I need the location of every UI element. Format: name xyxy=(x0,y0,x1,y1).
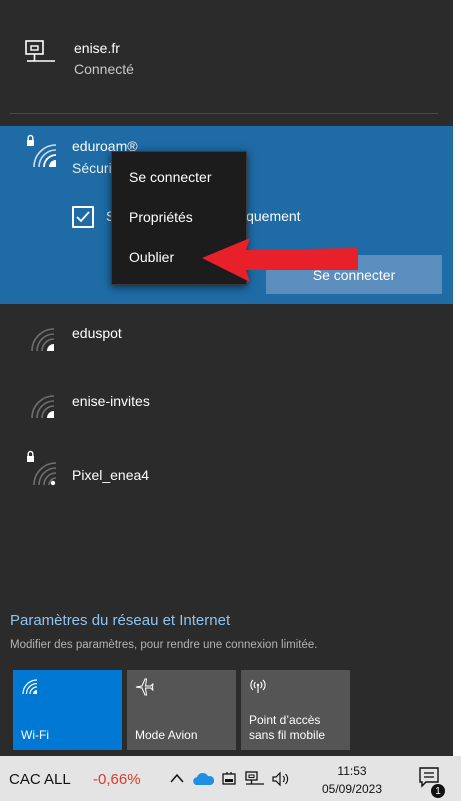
wifi-secured-icon xyxy=(27,450,57,486)
tile-label-line2: sans fil mobile xyxy=(249,728,326,742)
auto-connect-checkbox[interactable] xyxy=(72,206,94,228)
checkmark-icon xyxy=(76,211,90,223)
network-settings-link[interactable]: Paramètres du réseau et Internet xyxy=(10,612,230,629)
clock-time[interactable]: 11:53 xyxy=(317,764,387,778)
network-flyout: enise.fr Connecté eduroam® Sécurisé Se c… xyxy=(0,0,453,756)
mobile-hotspot-tile[interactable]: Point d’accès sans fil mobile xyxy=(241,670,350,750)
network-item-enise-invites[interactable]: enise-invites xyxy=(0,375,453,435)
wifi-icon xyxy=(22,679,38,695)
network-name: enise-invites xyxy=(72,393,150,409)
wifi-icon xyxy=(31,328,55,352)
connected-network-item[interactable] xyxy=(0,26,453,96)
chevron-up-icon[interactable] xyxy=(170,773,184,783)
network-name: Pixel_enea4 xyxy=(72,467,150,483)
airplane-mode-tile[interactable]: Mode Avion xyxy=(127,670,236,750)
wifi-secured-icon xyxy=(27,134,57,168)
clock-date[interactable]: 05/09/2023 xyxy=(317,782,387,796)
tile-label: Point d’accès sans fil mobile xyxy=(249,713,325,743)
tile-label: Mode Avion xyxy=(135,728,198,742)
network-settings-subtitle: Modifier des paramètres, pour rendre une… xyxy=(10,639,318,651)
network-item-eduspot[interactable]: eduspot xyxy=(0,308,453,368)
network-name: eduspot xyxy=(72,325,122,341)
tile-label-line1: Point d’accès xyxy=(249,713,321,727)
battery-plug-icon[interactable] xyxy=(220,771,238,787)
network-ethernet-icon[interactable] xyxy=(245,771,265,787)
wifi-icon xyxy=(31,395,55,419)
red-arrow-annotation xyxy=(202,238,358,282)
hotspot-icon xyxy=(250,679,266,693)
volume-icon[interactable] xyxy=(271,770,291,788)
stock-ticker-name[interactable]: CAC ALL xyxy=(9,771,71,788)
network-item-pixel-enea4[interactable]: Pixel_enea4 xyxy=(0,442,453,502)
airplane-icon xyxy=(135,678,154,696)
tile-label: Wi-Fi xyxy=(21,728,49,742)
taskbar: CAC ALL -0,66% 11:53 05/09/2023 1 xyxy=(0,756,461,801)
stock-ticker-change[interactable]: -0,66% xyxy=(93,771,141,788)
connected-network-status: Connecté xyxy=(74,61,134,77)
connected-network-name: enise.fr xyxy=(74,40,120,56)
divider xyxy=(10,113,438,114)
ethernet-icon xyxy=(25,40,55,62)
wifi-toggle-tile[interactable]: Wi-Fi xyxy=(13,670,122,750)
onedrive-cloud-icon[interactable] xyxy=(192,772,214,786)
menu-item-connect[interactable]: Se connecter xyxy=(112,158,246,196)
menu-item-properties[interactable]: Propriétés xyxy=(112,198,246,236)
notification-badge: 1 xyxy=(431,784,445,798)
flyout-edge xyxy=(453,0,461,756)
